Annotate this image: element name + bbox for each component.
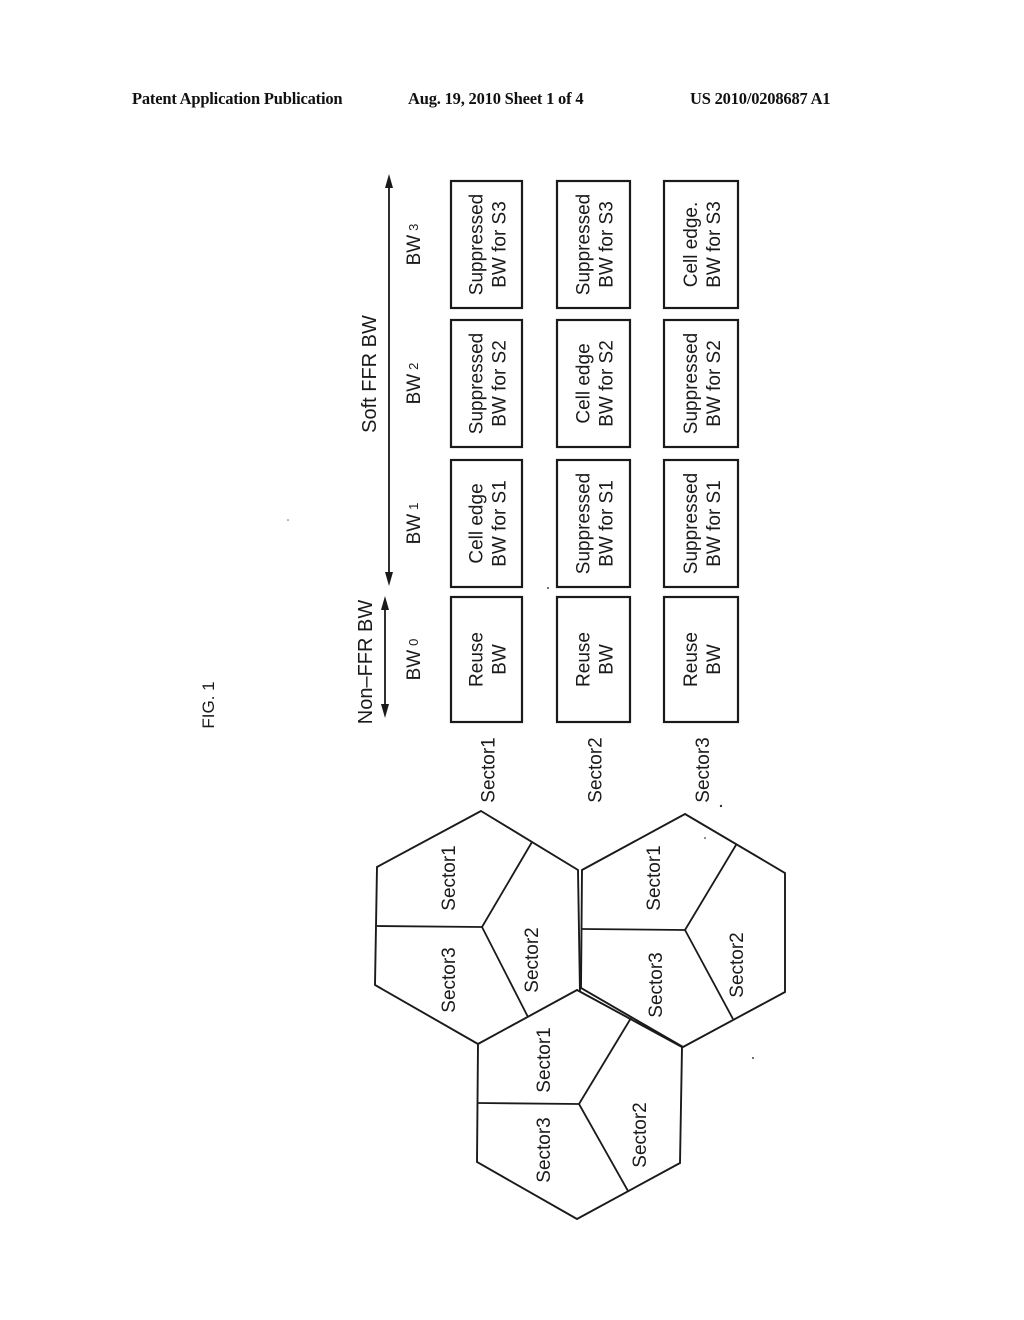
box-line-2: BW: [597, 644, 618, 675]
arrowhead-down-icon: [385, 572, 393, 586]
box-line-1: Reuse: [467, 632, 488, 687]
cell-sector1-bw0: Reuse BW: [449, 595, 524, 724]
band-labels: BW0 BW1 BW2 BW3: [404, 224, 425, 681]
box-line-1: Suppressed: [574, 473, 595, 574]
cell-sector1-bw3: Suppressed BW for S3: [449, 179, 524, 310]
cell-sector2-bw2: Cell edge BW for S2: [555, 318, 632, 449]
box-line-2: BW for S1: [704, 480, 725, 567]
box-line-2: BW for S2: [490, 340, 511, 427]
arrowhead-up-icon: [381, 596, 389, 610]
box-line-1: Suppressed: [467, 333, 488, 434]
cell-sector2-bw0: Reuse BW: [555, 595, 632, 724]
hex-sector-label: Sector3: [646, 952, 667, 1017]
band-label-bw2: BW2: [404, 363, 425, 405]
cell-sector2-bw1: Suppressed BW for S1: [555, 458, 632, 589]
box-line-2: BW for S3: [597, 201, 618, 288]
cell-sector1-bw1: Cell edge BW for S1: [449, 458, 524, 589]
cell-sector3-bw2: Suppressed BW for S2: [662, 318, 740, 449]
box-line-1: Reuse: [681, 632, 702, 687]
band-label-bw0: BW0: [404, 639, 425, 681]
box-line-1: Cell edge.: [681, 202, 702, 288]
sector-row-label: Sector3: [693, 737, 714, 802]
hexagonal-cell-layout: Sector1 Sector2 Sector3 Sector1 Sector2 Secto…: [374, 809, 786, 1221]
box-line-2: BW: [490, 644, 511, 675]
hex-sector-label: Sector3: [439, 947, 460, 1012]
figure-label: FIG. 1: [199, 681, 218, 728]
hex-sector-label: Sector1: [534, 1027, 555, 1092]
sector-divider: [581, 928, 686, 931]
box-line-1: Cell edge: [467, 483, 488, 563]
box-line-2: BW for S1: [597, 480, 618, 567]
non-ffr-arrow: [381, 596, 389, 718]
sector-row-labels: Sector1 Sector2 Sector3: [479, 737, 715, 802]
box-line-2: BW for S2: [704, 340, 725, 427]
box-line-2: BW for S3: [704, 201, 725, 288]
box-line-1: Reuse: [574, 632, 595, 687]
box-line-2: BW for S1: [490, 480, 511, 567]
cell-sector3-bw0: Reuse BW: [662, 595, 740, 724]
arrowhead-down-icon: [381, 704, 389, 718]
non-ffr-label: Non–FFR BW: [355, 600, 377, 725]
band-label-bw1: BW1: [404, 503, 425, 545]
cell-sector1-bw2: Suppressed BW for S2: [449, 318, 524, 449]
sector-row-label: Sector2: [586, 737, 607, 802]
box-line-2: BW for S2: [597, 340, 618, 427]
sector-divider: [376, 925, 483, 928]
hex-sector-label: Sector2: [727, 932, 748, 997]
soft-ffr-arrow: [385, 174, 393, 586]
band-label-bw3: BW3: [404, 224, 425, 266]
box-line-1: Cell edge: [574, 343, 595, 423]
arrowhead-up-icon: [385, 174, 393, 188]
hex-sector-label: Sector1: [439, 845, 460, 910]
cell-sector3-bw1: Suppressed BW for S1: [662, 458, 740, 589]
cell-sector3-bw3: Cell edge. BW for S3: [662, 179, 740, 310]
hex-sector-label: Sector2: [630, 1102, 651, 1167]
hex-sector-label: Sector1: [644, 845, 665, 910]
box-line-1: Suppressed: [574, 194, 595, 295]
cell-sector2-bw3: Suppressed BW for S3: [555, 179, 632, 310]
box-line-1: Suppressed: [681, 473, 702, 574]
hex-sector-label: Sector2: [522, 927, 543, 992]
box-line-2: BW for S3: [490, 201, 511, 288]
hex-sector-label: Sector3: [534, 1117, 555, 1182]
box-line-1: Suppressed: [467, 194, 488, 295]
soft-ffr-label: Soft FFR BW: [359, 315, 381, 433]
bandwidth-allocation-grid: Reuse BWCell edge BW for S1Suppressed BW fo…: [449, 179, 740, 724]
figure-1-diagram: FIG. 1 Soft FFR BW Non–FFR BW BW0BW1BW2B…: [199, 174, 786, 1221]
box-line-2: BW: [704, 644, 725, 675]
box-line-1: Suppressed: [681, 333, 702, 434]
sector-divider: [477, 1102, 580, 1105]
sector-row-label: Sector1: [479, 737, 500, 802]
